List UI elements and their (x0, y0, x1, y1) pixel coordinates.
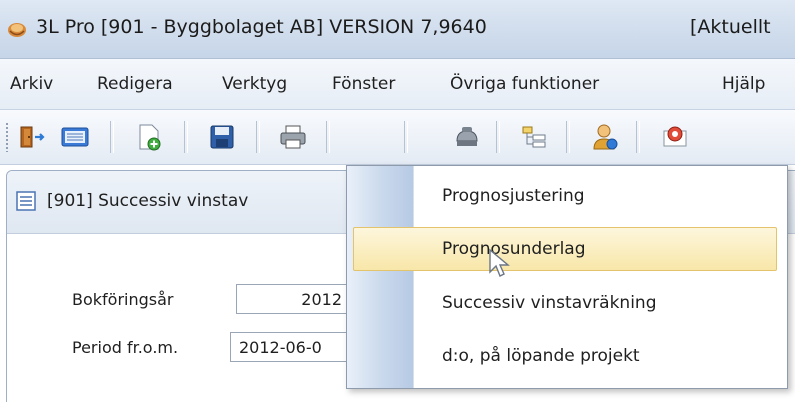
title-bar: 3L Pro [901 - Byggbolaget AB] VERSION 7,… (0, 0, 795, 59)
phone-button[interactable] (450, 120, 484, 154)
menu-hjalp[interactable]: Hjälp (722, 74, 765, 94)
phone-icon (456, 127, 478, 146)
hierarchy-button[interactable] (518, 120, 552, 154)
new-document-icon (139, 124, 161, 151)
window-title-extra: [Aktuellt (690, 16, 771, 38)
toolbar-grip[interactable] (5, 122, 9, 152)
new-document-button[interactable] (132, 120, 166, 154)
period-from-field[interactable]: 2012-06-0 (230, 332, 351, 362)
menu-redigera[interactable]: Redigera (97, 74, 173, 94)
document-title: [901] Successiv vinstav (47, 191, 249, 211)
period-from-label: Period fr.o.m. (72, 338, 179, 357)
menu-item-successiv-vinstavrakning[interactable]: Successiv vinstavräkning (442, 293, 657, 313)
mail-button[interactable] (658, 120, 692, 154)
toolbar-separator (326, 121, 330, 153)
toolbar-separator (256, 121, 260, 153)
menu-item-prognosunderlag[interactable]: Prognosunderlag (442, 239, 586, 259)
toolbar-separator (566, 121, 570, 153)
app-icon (8, 23, 26, 37)
toolbar-separator (636, 121, 640, 153)
menu-item-lopande-projekt[interactable]: d:o, på löpande projekt (442, 346, 640, 366)
hierarchy-icon (522, 126, 546, 148)
print-icon (280, 125, 306, 149)
bokforingsar-field[interactable]: 2012 (236, 284, 351, 314)
user-button[interactable] (588, 120, 622, 154)
save-button[interactable] (205, 120, 239, 154)
menu-fonster[interactable]: Fönster (332, 74, 395, 94)
bokforingsar-label: Bokföringsår (72, 290, 174, 309)
blank-icon (353, 125, 377, 149)
toolbar-separator (184, 121, 188, 153)
exit-button[interactable] (16, 120, 50, 154)
exit-door-icon (20, 126, 45, 148)
user-icon (593, 124, 618, 150)
menu-arkiv[interactable]: Arkiv (10, 74, 53, 94)
toolbar-separator (404, 121, 408, 153)
mail-icon (663, 126, 687, 147)
blank-button[interactable] (348, 120, 382, 154)
mouse-cursor-icon (489, 248, 510, 277)
print-button[interactable] (276, 120, 310, 154)
menu-image-strip (347, 166, 414, 388)
menu-ovriga-funktioner[interactable]: Övriga funktioner (450, 74, 599, 94)
context-menu: Prognosjustering Prognosunderlag Success… (346, 165, 788, 389)
menu-item-prognosjustering[interactable]: Prognosjustering (442, 186, 585, 206)
form-icon (16, 191, 36, 211)
menu-verktyg[interactable]: Verktyg (222, 74, 287, 94)
calculator-icon (61, 127, 89, 147)
save-icon (210, 125, 234, 149)
toolbar (0, 110, 795, 165)
toolbar-separator (110, 121, 114, 153)
window-title: 3L Pro [901 - Byggbolaget AB] VERSION 7,… (36, 16, 487, 38)
calculator-button[interactable] (58, 120, 92, 154)
toolbar-separator (496, 121, 500, 153)
menu-bar: Arkiv Redigera Verktyg Fönster Övriga fu… (0, 59, 795, 110)
